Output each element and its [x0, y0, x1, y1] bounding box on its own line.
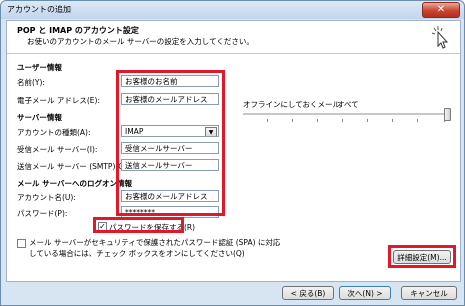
- slider-tick: [267, 119, 268, 122]
- offline-mail-label: オフラインにしておくメール:: [243, 100, 343, 109]
- slider-tick: [417, 119, 418, 122]
- spa-label-line2: している場合には、チェック ボックスをオンにしてください(Q): [29, 249, 245, 258]
- section-logon-info: メール サーバーへのログオン情報: [17, 179, 133, 188]
- close-button[interactable]: ✕: [422, 2, 460, 18]
- outgoing-server-label: 送信メール サーバー (SMTP)(O):: [17, 162, 130, 171]
- spa-checkbox[interactable]: [17, 239, 26, 248]
- cursor-click-icon: [431, 26, 449, 49]
- spa-label-line1: メール サーバーがセキュリティで保護されたパスワード認証 (SPA) に対応: [29, 238, 281, 247]
- section-server-info: サーバー情報: [17, 113, 62, 122]
- spa-label: メール サーバーがセキュリティで保護されたパスワード認証 (SPA) に対応 し…: [29, 237, 359, 259]
- offline-slider-track[interactable]: [243, 113, 449, 116]
- incoming-server-label: 受信メール サーバー(I):: [17, 145, 98, 154]
- slider-tick: [317, 119, 318, 122]
- password-label: パスワード(P):: [17, 209, 68, 218]
- slider-tick: [342, 119, 343, 122]
- offline-slider-thumb[interactable]: [444, 108, 451, 121]
- add-account-window: アカウントの追加 ✕ POP と IMAP のアカウント設定 お使いのアカウント…: [0, 0, 465, 306]
- account-name-label: アカウント名(U):: [17, 193, 76, 202]
- cancel-button[interactable]: キャンセル: [401, 286, 457, 300]
- highlight-box-fields: [116, 70, 225, 216]
- email-label: 電子メール アドレス(E):: [17, 96, 101, 105]
- header-section: POP と IMAP のアカウント設定 お使いのアカウントのメール サーバーの設…: [7, 21, 460, 54]
- account-type-label: アカウントの種類(A):: [17, 128, 91, 137]
- back-button[interactable]: < 戻る(B): [282, 286, 334, 300]
- slider-tick: [292, 119, 293, 122]
- offline-mail-value: すべて: [337, 100, 359, 109]
- slider-tick: [367, 119, 368, 122]
- page-subtitle: お使いのアカウントのメール サーバーの設定を入力してください。: [27, 37, 254, 46]
- dialog-content: POP と IMAP のアカウント設定 お使いのアカウントのメール サーバーの設…: [6, 20, 461, 282]
- name-label: 名前(Y):: [17, 78, 45, 87]
- title-bar: アカウントの追加 ✕: [1, 1, 464, 19]
- next-button[interactable]: 次へ(N) >: [339, 286, 391, 300]
- highlight-box-save-password: [93, 217, 184, 233]
- window-title: アカウントの追加: [7, 5, 71, 14]
- page-title: POP と IMAP のアカウント設定: [17, 26, 139, 35]
- slider-tick: [392, 119, 393, 122]
- highlight-box-more-settings: [388, 245, 456, 268]
- section-user-info: ユーザー情報: [17, 63, 62, 72]
